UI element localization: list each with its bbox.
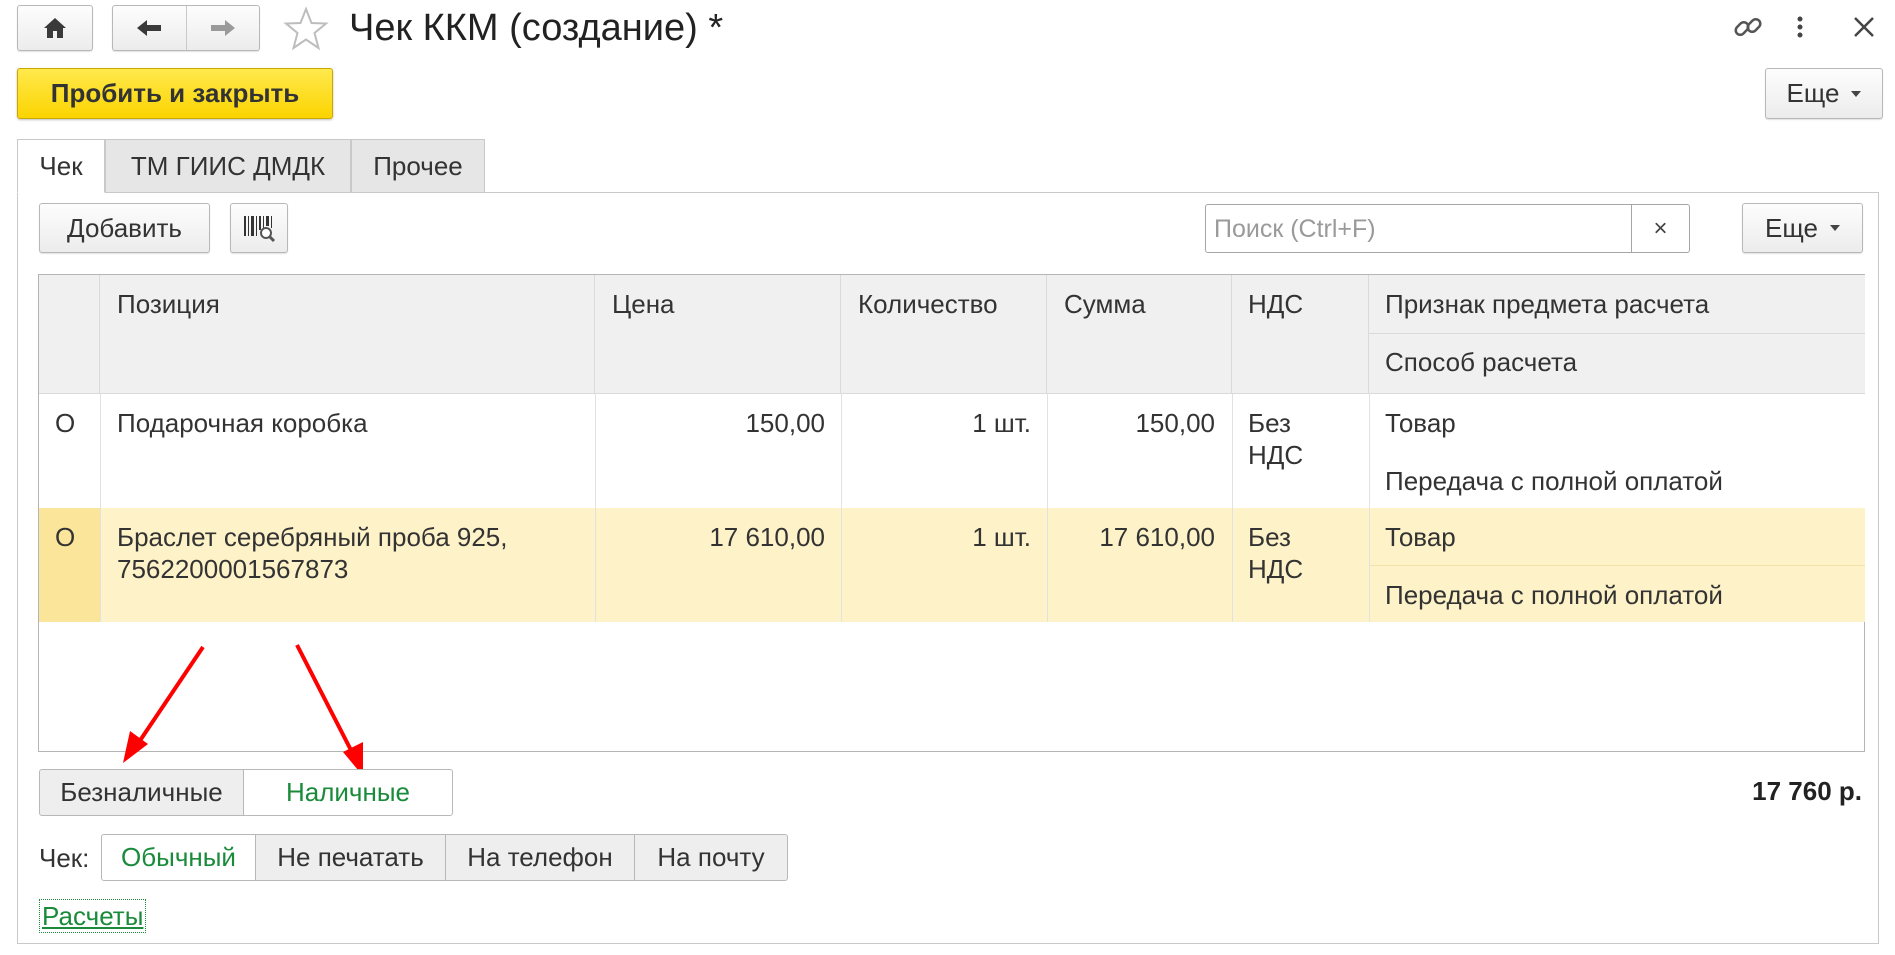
payment-cash-button[interactable]: Наличные [243, 769, 453, 816]
receipt-no-print-button[interactable]: Не печатать [255, 834, 446, 881]
receipt-email-button[interactable]: На почту [634, 834, 788, 881]
receipt-phone-button[interactable]: На телефон [445, 834, 635, 881]
receipt-regular-button[interactable]: Обычный [101, 834, 256, 881]
tab-receipt[interactable]: Чек [17, 139, 105, 193]
receipt-regular-label: Обычный [121, 842, 236, 872]
annotation-arrow-cashless [135, 645, 205, 747]
annotation-arrow-cash [295, 644, 357, 759]
total-amount: 17 760 р. [1752, 776, 1862, 806]
receipt-label: Чек: [39, 843, 90, 873]
payment-cash-label: Наличные [286, 777, 410, 807]
payments-link[interactable]: Расчеты [39, 899, 147, 933]
payment-cashless-button[interactable]: Безналичные [39, 769, 244, 816]
tab-receipt-label: Чек [39, 150, 83, 181]
receipt-no-print-label: Не печатать [277, 842, 424, 872]
receipt-email-label: На почту [657, 842, 765, 872]
payment-cashless-label: Безналичные [60, 777, 223, 807]
receipt-phone-label: На телефон [467, 842, 613, 872]
